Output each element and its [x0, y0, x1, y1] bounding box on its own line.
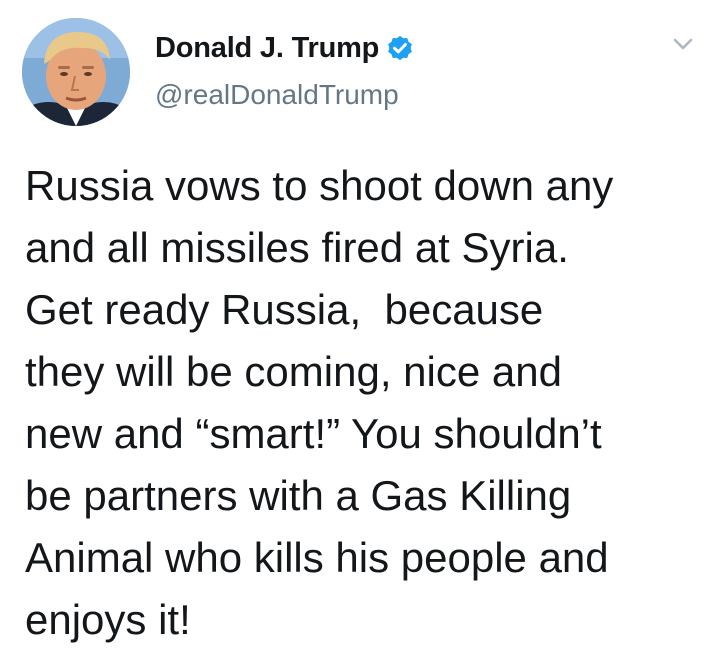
tweet-line: Animal who kills his people and	[25, 534, 609, 581]
chevron-down-icon[interactable]	[670, 34, 696, 54]
tweet-text: Russia vows to shoot down any and all mi…	[25, 155, 705, 651]
tweet-line: Get ready Russia, because	[25, 286, 544, 333]
tweet-line: Russia vows to shoot down any	[25, 162, 614, 209]
tweet-line: be partners with a Gas Killing	[25, 472, 572, 519]
author-display-name[interactable]: Donald J. Trump	[155, 32, 379, 65]
tweet-line: they will be coming, nice and	[25, 348, 562, 395]
avatar-photo	[22, 18, 130, 126]
tweet-line: enjoys it!	[25, 596, 191, 643]
tweet-line: new and “smart!” You shouldn’t	[25, 410, 602, 457]
tweet-line: and all missiles fired at Syria.	[25, 224, 569, 271]
author-handle[interactable]: @realDonaldTrump	[155, 79, 399, 111]
avatar[interactable]	[22, 18, 130, 126]
tweet-card: Donald J. Trump @realDonaldTrump Russia …	[0, 0, 708, 665]
author-name-row[interactable]: Donald J. Trump	[155, 32, 415, 65]
verified-badge-icon	[385, 34, 415, 64]
